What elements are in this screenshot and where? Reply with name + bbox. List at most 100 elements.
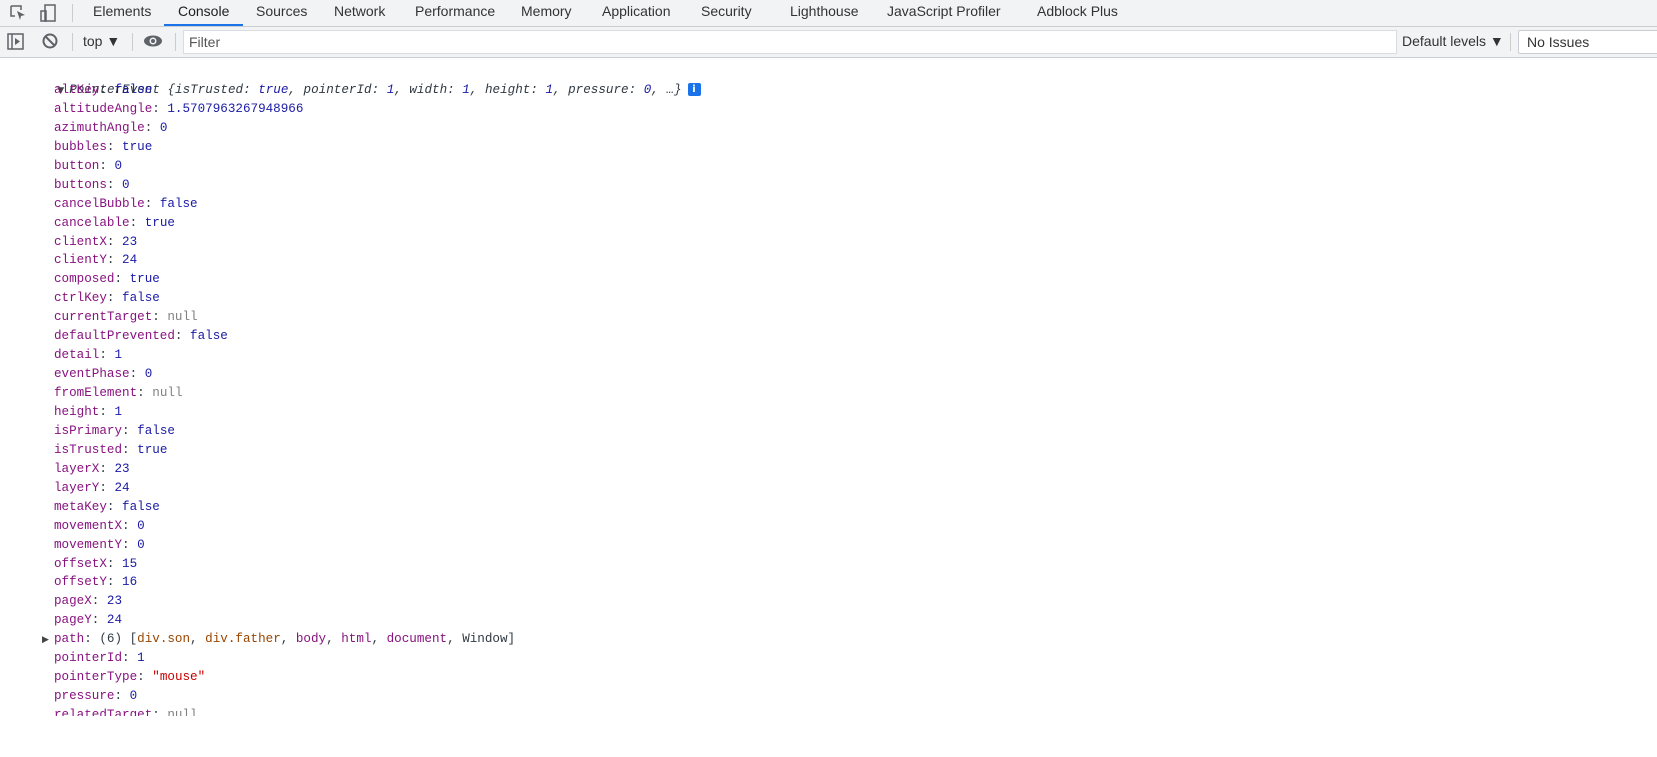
summary-key: isTrusted: bbox=[175, 83, 259, 97]
property-row-cancelable: cancelable: true bbox=[54, 214, 175, 233]
property-key: buttons bbox=[54, 177, 107, 192]
tab-network[interactable]: Network bbox=[334, 0, 385, 26]
property-row-pointerType: pointerType: "mouse" bbox=[54, 668, 205, 687]
summary-key: pressure: bbox=[568, 83, 644, 97]
colon: : bbox=[122, 537, 138, 552]
property-row-clientX: clientX: 23 bbox=[54, 233, 137, 252]
separator: , bbox=[469, 83, 485, 97]
colon: : bbox=[99, 158, 115, 173]
tab-console[interactable]: Console bbox=[164, 0, 244, 26]
colon: : bbox=[122, 651, 138, 666]
property-row-ctrlKey: ctrlKey: false bbox=[54, 289, 160, 308]
summary-key: width: bbox=[409, 83, 463, 97]
property-value: "mouse" bbox=[152, 670, 206, 685]
inspect-element-icon[interactable] bbox=[8, 3, 28, 23]
property-value: 15 bbox=[122, 556, 138, 571]
tab-javascript-profiler[interactable]: JavaScript Profiler bbox=[887, 0, 1001, 26]
property-row-pressure: pressure: 0 bbox=[54, 687, 137, 706]
tab-adblock-plus[interactable]: Adblock Plus bbox=[1037, 0, 1118, 26]
property-row-altKey: altKey: false bbox=[54, 81, 152, 100]
device-toolbar-icon[interactable] bbox=[38, 3, 58, 23]
property-value: 23 bbox=[122, 234, 138, 249]
colon: : bbox=[106, 177, 123, 192]
divider bbox=[132, 33, 133, 51]
colon: : bbox=[106, 253, 123, 268]
property-key: layerX bbox=[54, 461, 100, 476]
filter-input[interactable]: Filter bbox=[183, 30, 1397, 54]
property-key: pressure bbox=[54, 689, 115, 704]
summary-value: 1 bbox=[545, 83, 553, 97]
event-summary-row[interactable]: ▼ PointerEvent {isTrusted: true, pointerI… bbox=[27, 62, 701, 97]
separator: , bbox=[326, 632, 342, 647]
colon: : bbox=[99, 83, 115, 97]
property-key: offsetX bbox=[54, 556, 107, 571]
property-value: 1 bbox=[114, 404, 123, 419]
tab-elements[interactable]: Elements bbox=[93, 0, 151, 26]
property-value: false bbox=[137, 423, 175, 438]
property-value: 23 bbox=[106, 594, 123, 609]
property-key: layerY bbox=[54, 480, 100, 495]
property-row-offsetY: offsetY: 16 bbox=[54, 573, 137, 592]
property-row-path[interactable]: ▶ path: (6) [div.son, div.father, body, h… bbox=[42, 630, 515, 649]
property-value: true bbox=[122, 139, 153, 154]
colon: : bbox=[137, 386, 153, 401]
property-key: bubbles bbox=[54, 139, 107, 154]
property-key: pointerType bbox=[54, 670, 138, 685]
path-item: document bbox=[386, 632, 448, 647]
colon: : bbox=[91, 594, 107, 609]
path-item: div.father bbox=[205, 632, 281, 647]
info-icon[interactable]: i bbox=[687, 83, 701, 97]
tab-lighthouse[interactable]: Lighthouse bbox=[790, 0, 859, 26]
colon: : bbox=[137, 670, 153, 685]
property-value: 23 bbox=[114, 461, 130, 476]
property-row-fromElement: fromElement: null bbox=[54, 384, 183, 403]
property-key: cancelable bbox=[54, 215, 130, 230]
clear-console-icon[interactable] bbox=[41, 32, 61, 52]
property-row-bubbles: bubbles: true bbox=[54, 138, 152, 157]
property-key: currentTarget bbox=[54, 310, 153, 325]
property-value: 0 bbox=[137, 518, 145, 533]
log-levels-dropdown[interactable]: Default levels ▼ bbox=[1402, 33, 1504, 49]
divider bbox=[175, 33, 176, 51]
colon: : bbox=[106, 234, 123, 249]
colon: : bbox=[106, 575, 123, 590]
colon: : bbox=[152, 101, 168, 116]
property-row-currentTarget: currentTarget: null bbox=[54, 308, 198, 327]
property-value: 24 bbox=[122, 253, 138, 268]
property-value: 0 bbox=[114, 158, 123, 173]
tab-security[interactable]: Security bbox=[701, 0, 752, 26]
console-toolbar: top ▼ Filter Default levels ▼ No Issues bbox=[0, 27, 1657, 58]
summary-value: 1 bbox=[462, 83, 470, 97]
context-selector[interactable]: top ▼ bbox=[83, 33, 120, 49]
property-row-pageY: pageY: 24 bbox=[54, 611, 122, 630]
property-row-movementX: movementX: 0 bbox=[54, 517, 145, 536]
property-key: movementY bbox=[54, 537, 123, 552]
property-row-button: button: 0 bbox=[54, 157, 122, 176]
colon: : bbox=[144, 120, 160, 135]
property-value: 1 bbox=[137, 651, 145, 666]
property-value: 24 bbox=[106, 613, 123, 628]
property-key: button bbox=[54, 158, 100, 173]
property-row-relatedTarget: relatedTarget: null bbox=[54, 706, 198, 716]
tab-memory[interactable]: Memory bbox=[521, 0, 572, 26]
property-value: 0 bbox=[137, 537, 145, 552]
property-key: cancelBubble bbox=[54, 196, 145, 211]
tab-application[interactable]: Application bbox=[602, 0, 671, 26]
expand-triangle-icon[interactable]: ▶ bbox=[42, 631, 54, 650]
tab-performance[interactable]: Performance bbox=[415, 0, 495, 26]
property-key: composed bbox=[54, 272, 115, 287]
live-expression-eye-icon[interactable] bbox=[142, 32, 162, 52]
event-summary: PointerEvent {isTrusted: true, pointerId… bbox=[69, 83, 681, 97]
issues-button[interactable]: No Issues bbox=[1518, 30, 1657, 54]
tab-sources[interactable]: Sources bbox=[256, 0, 307, 26]
console-output[interactable]: ▼ PointerEvent {isTrusted: true, pointerI… bbox=[0, 59, 1657, 716]
property-row-pageX: pageX: 23 bbox=[54, 592, 122, 611]
property-key: clientY bbox=[54, 253, 107, 268]
property-value: true bbox=[137, 442, 168, 457]
summary-value: true bbox=[258, 83, 289, 97]
separator: , bbox=[553, 83, 569, 97]
colon: : bbox=[129, 215, 145, 230]
sidebar-toggle-icon[interactable] bbox=[6, 32, 26, 52]
separator: , bbox=[371, 632, 387, 647]
property-row-layerX: layerX: 23 bbox=[54, 460, 130, 479]
